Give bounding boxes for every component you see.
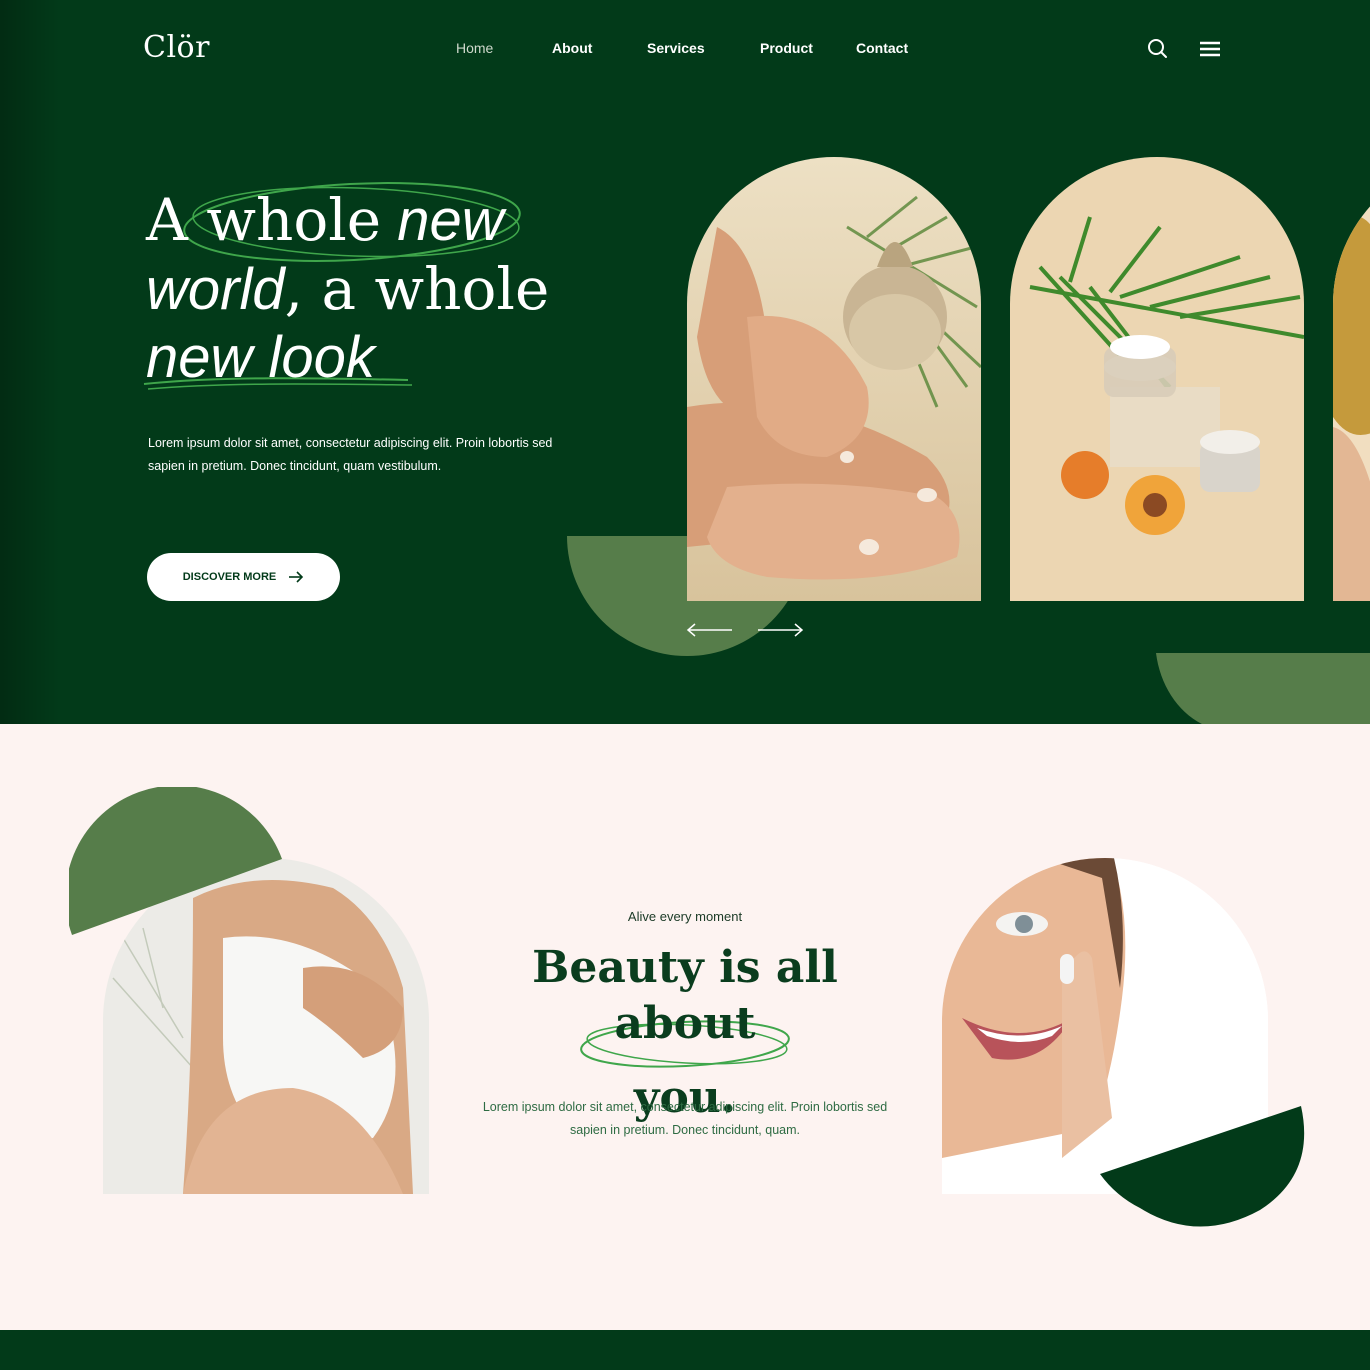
- headline-part: , a whole: [284, 255, 550, 323]
- half-circle-decoration: [1100, 1106, 1305, 1227]
- nav-services[interactable]: Services: [647, 40, 705, 56]
- discover-more-label: DISCOVER MORE: [182, 571, 277, 583]
- hero-description: Lorem ipsum dolor sit amet, consectetur …: [148, 436, 553, 473]
- brand-logo[interactable]: Clör: [143, 30, 210, 65]
- headline-part: new: [397, 188, 504, 253]
- carousel-prev-arrow[interactable]: [686, 619, 734, 641]
- footer-section: [0, 1330, 1370, 1370]
- cosmetics-product-image: [1010, 157, 1304, 601]
- nav-contact[interactable]: Contact: [856, 40, 908, 56]
- towel-image: [1333, 157, 1370, 601]
- search-icon[interactable]: [1145, 36, 1171, 62]
- headline-part: A whole: [146, 186, 382, 254]
- headline-part: new look: [146, 325, 375, 390]
- menu-icon[interactable]: [1197, 36, 1223, 62]
- section-description: Lorem ipsum dolor sit amet, consectetur …: [482, 1100, 888, 1137]
- carousel-next-arrow[interactable]: [756, 619, 804, 641]
- spa-treatment-image: [687, 157, 981, 601]
- hero-edge-shade: [0, 0, 60, 724]
- half-circle-decoration: [69, 787, 282, 935]
- arrow-right-icon: [289, 571, 304, 583]
- nav-about[interactable]: About: [552, 40, 592, 56]
- quarter-shape-decoration: [1156, 653, 1370, 724]
- headline-part: world: [146, 257, 285, 322]
- hero-headline: A whole new world, a whole new look: [146, 186, 549, 392]
- hero-section: Clör Home About Services Product Contact…: [0, 0, 1370, 724]
- nav-home[interactable]: Home: [456, 40, 493, 56]
- nav-product[interactable]: Product: [760, 40, 813, 56]
- title-line: Beauty is all about: [532, 942, 838, 1049]
- discover-more-button[interactable]: DISCOVER MORE: [147, 553, 340, 601]
- section-kicker: Alive every moment: [627, 909, 743, 924]
